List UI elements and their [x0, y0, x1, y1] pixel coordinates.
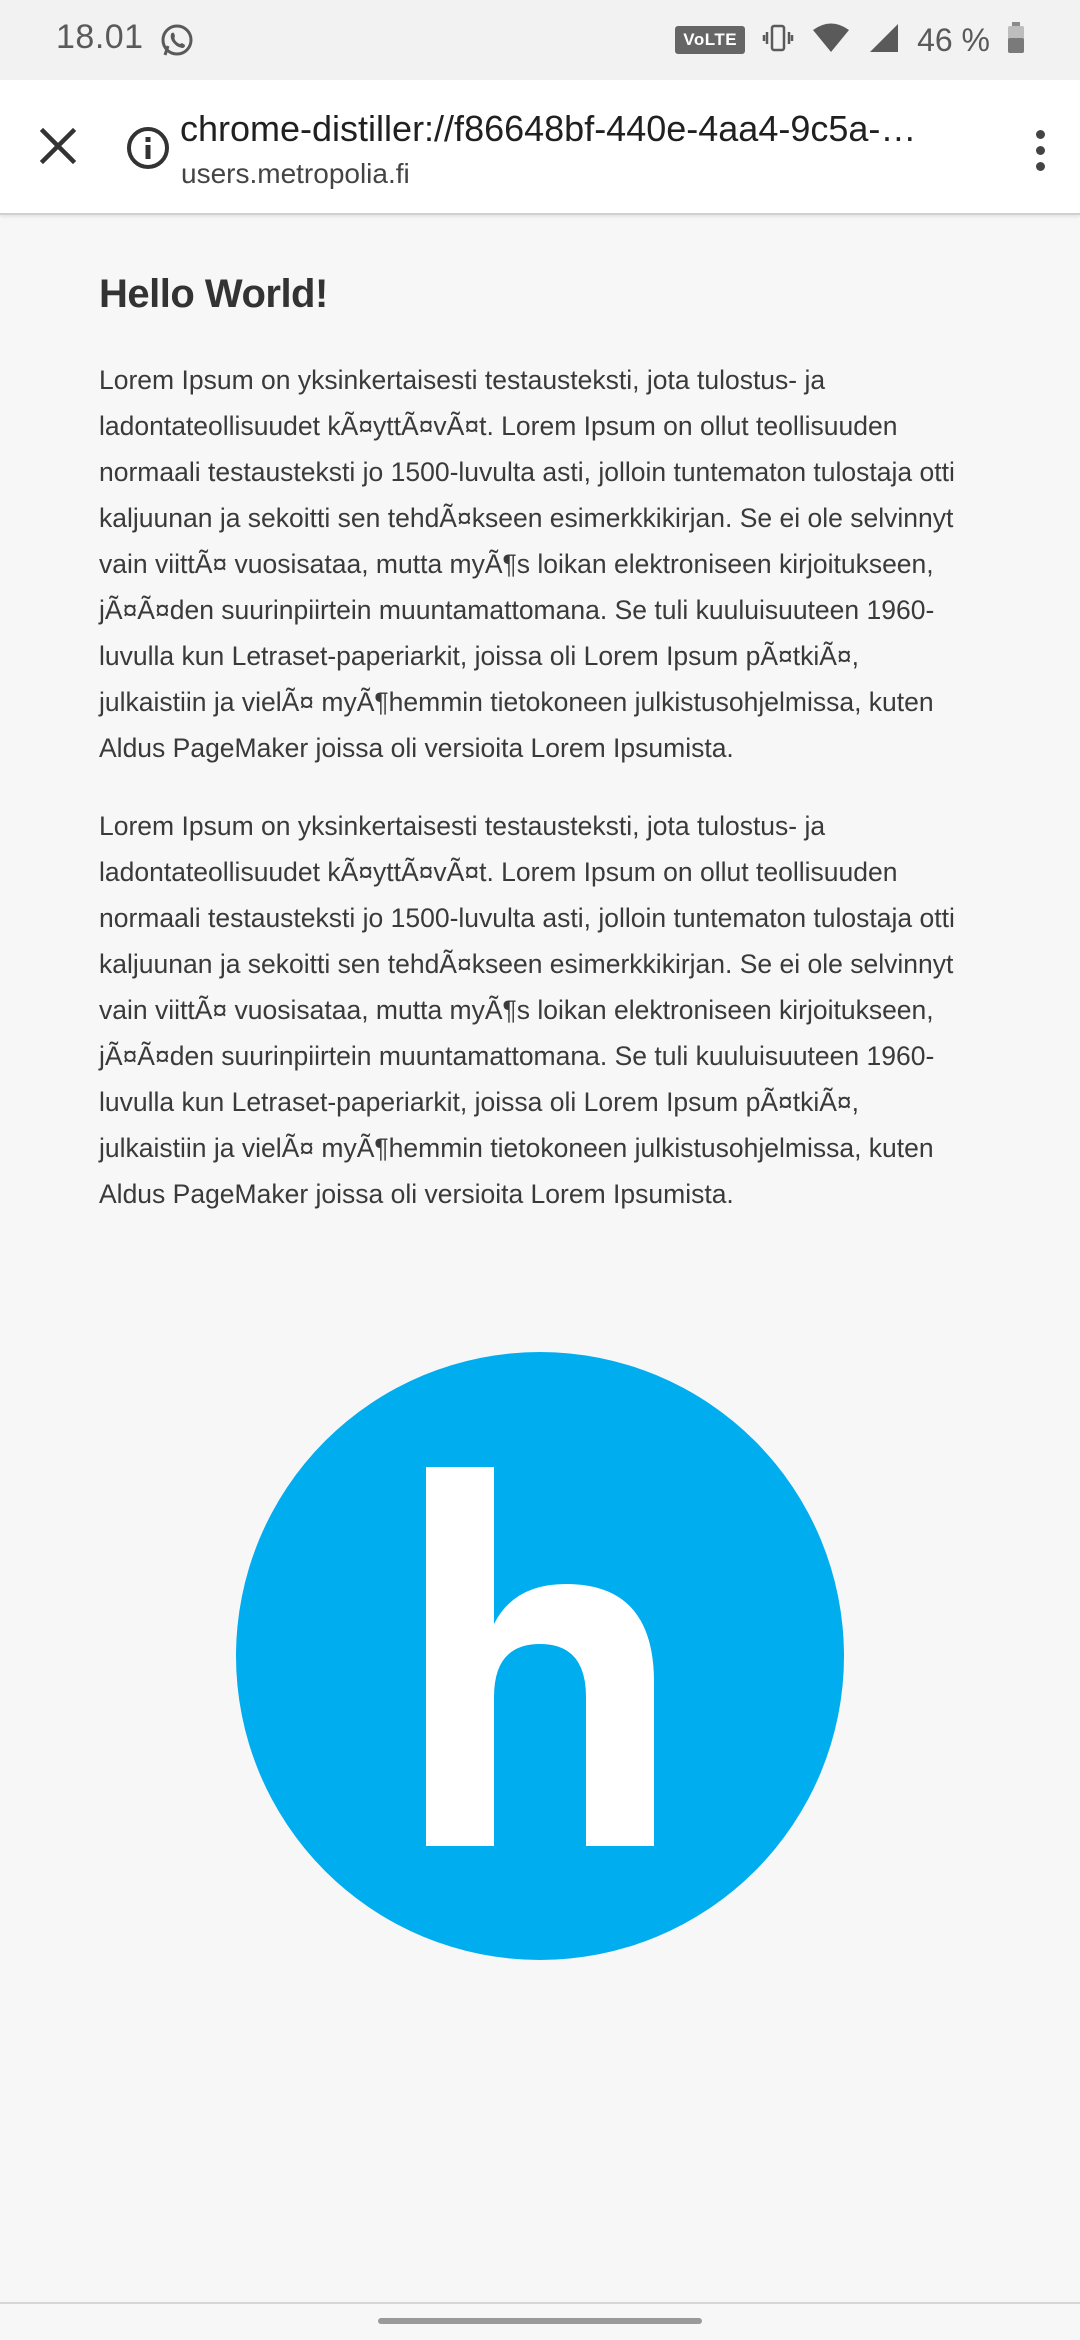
signal-icon: [867, 21, 901, 60]
url-domain: users.metropolia.fi: [181, 158, 410, 189]
h-logo-icon: [236, 1352, 844, 1960]
status-icons: VoLTE 46 %: [675, 18, 1026, 62]
page-title: Hello World!: [99, 272, 328, 316]
wifi-icon: [811, 21, 851, 60]
page-info-button[interactable]: [124, 124, 172, 172]
more-options-button[interactable]: [1014, 118, 1066, 182]
volte-badge: VoLTE: [675, 26, 746, 54]
battery-percent: 46 %: [917, 21, 990, 58]
status-bar: 18.01 VoLTE 46 %: [0, 0, 1080, 80]
gesture-nav-handle[interactable]: [378, 2318, 702, 2324]
close-button[interactable]: [26, 114, 90, 178]
bottom-divider: [0, 2302, 1080, 2304]
url-text[interactable]: chrome-distiller://f86648bf-440e-4aa4-9c…: [180, 108, 960, 150]
whatsapp-icon: [158, 22, 196, 60]
close-icon: [39, 127, 77, 165]
article-content: Hello World! Lorem Ipsum on yksinkertais…: [99, 272, 969, 1249]
more-vert-icon: [1035, 129, 1045, 139]
vibrate-icon: [761, 21, 795, 60]
article-image: [236, 1352, 844, 1960]
battery-icon: [1006, 21, 1026, 60]
status-time: 18.01: [56, 18, 144, 56]
info-icon: [127, 127, 169, 169]
browser-toolbar: chrome-distiller://f86648bf-440e-4aa4-9c…: [0, 80, 1080, 215]
article-paragraph: Lorem Ipsum on yksinkertaisesti testaust…: [99, 365, 955, 763]
article-paragraph: Lorem Ipsum on yksinkertaisesti testaust…: [99, 811, 955, 1209]
